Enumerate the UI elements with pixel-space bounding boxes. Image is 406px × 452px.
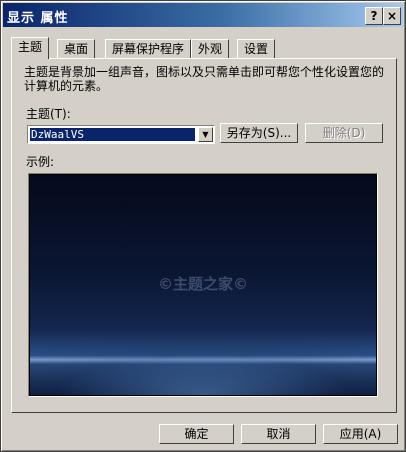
- ok-button[interactable]: 确定: [159, 424, 234, 444]
- theme-description: 主题是背景加一组声音，图标以及只需单击即可帮您个性化设置您的计算机的元素。: [24, 65, 385, 93]
- tab-screensaver[interactable]: 屏幕保护程序: [105, 39, 192, 58]
- theme-select-value: DzWaalVS: [30, 128, 195, 141]
- theme-select[interactable]: DzWaalVS ▼: [27, 125, 215, 144]
- sample-label: 示例:: [26, 155, 55, 169]
- close-button[interactable]: ×: [383, 7, 401, 25]
- tab-appearance[interactable]: 外观: [191, 39, 230, 58]
- help-button[interactable]: ?: [365, 7, 383, 25]
- chevron-down-icon[interactable]: ▼: [198, 127, 213, 142]
- tab-desktop[interactable]: 桌面: [57, 39, 96, 58]
- window-title: 显示 属性: [7, 11, 69, 26]
- tab-settings[interactable]: 设置: [237, 39, 276, 58]
- theme-label: 主题(T):: [26, 107, 71, 121]
- preview-wallpaper: ©主题之家©: [30, 175, 376, 395]
- delete-button[interactable]: 删除(D): [305, 123, 383, 143]
- apply-button[interactable]: 应用(A): [323, 424, 398, 444]
- theme-preview: ©主题之家©: [28, 173, 378, 397]
- save-as-button[interactable]: 另存为(S)...: [220, 123, 298, 143]
- title-bar[interactable]: 显示 属性 ? ×: [3, 3, 403, 27]
- cancel-button[interactable]: 取消: [241, 424, 316, 444]
- tab-themes[interactable]: 主题: [11, 37, 50, 59]
- display-properties-window: 显示 属性 ? × 主题 桌面 屏幕保护程序 外观 设置 主题是背景加一组声音，…: [0, 0, 406, 452]
- preview-watermark: ©主题之家©: [157, 275, 248, 293]
- themes-panel: 主题是背景加一组声音，图标以及只需单击即可帮您个性化设置您的计算机的元素。 主题…: [11, 58, 397, 413]
